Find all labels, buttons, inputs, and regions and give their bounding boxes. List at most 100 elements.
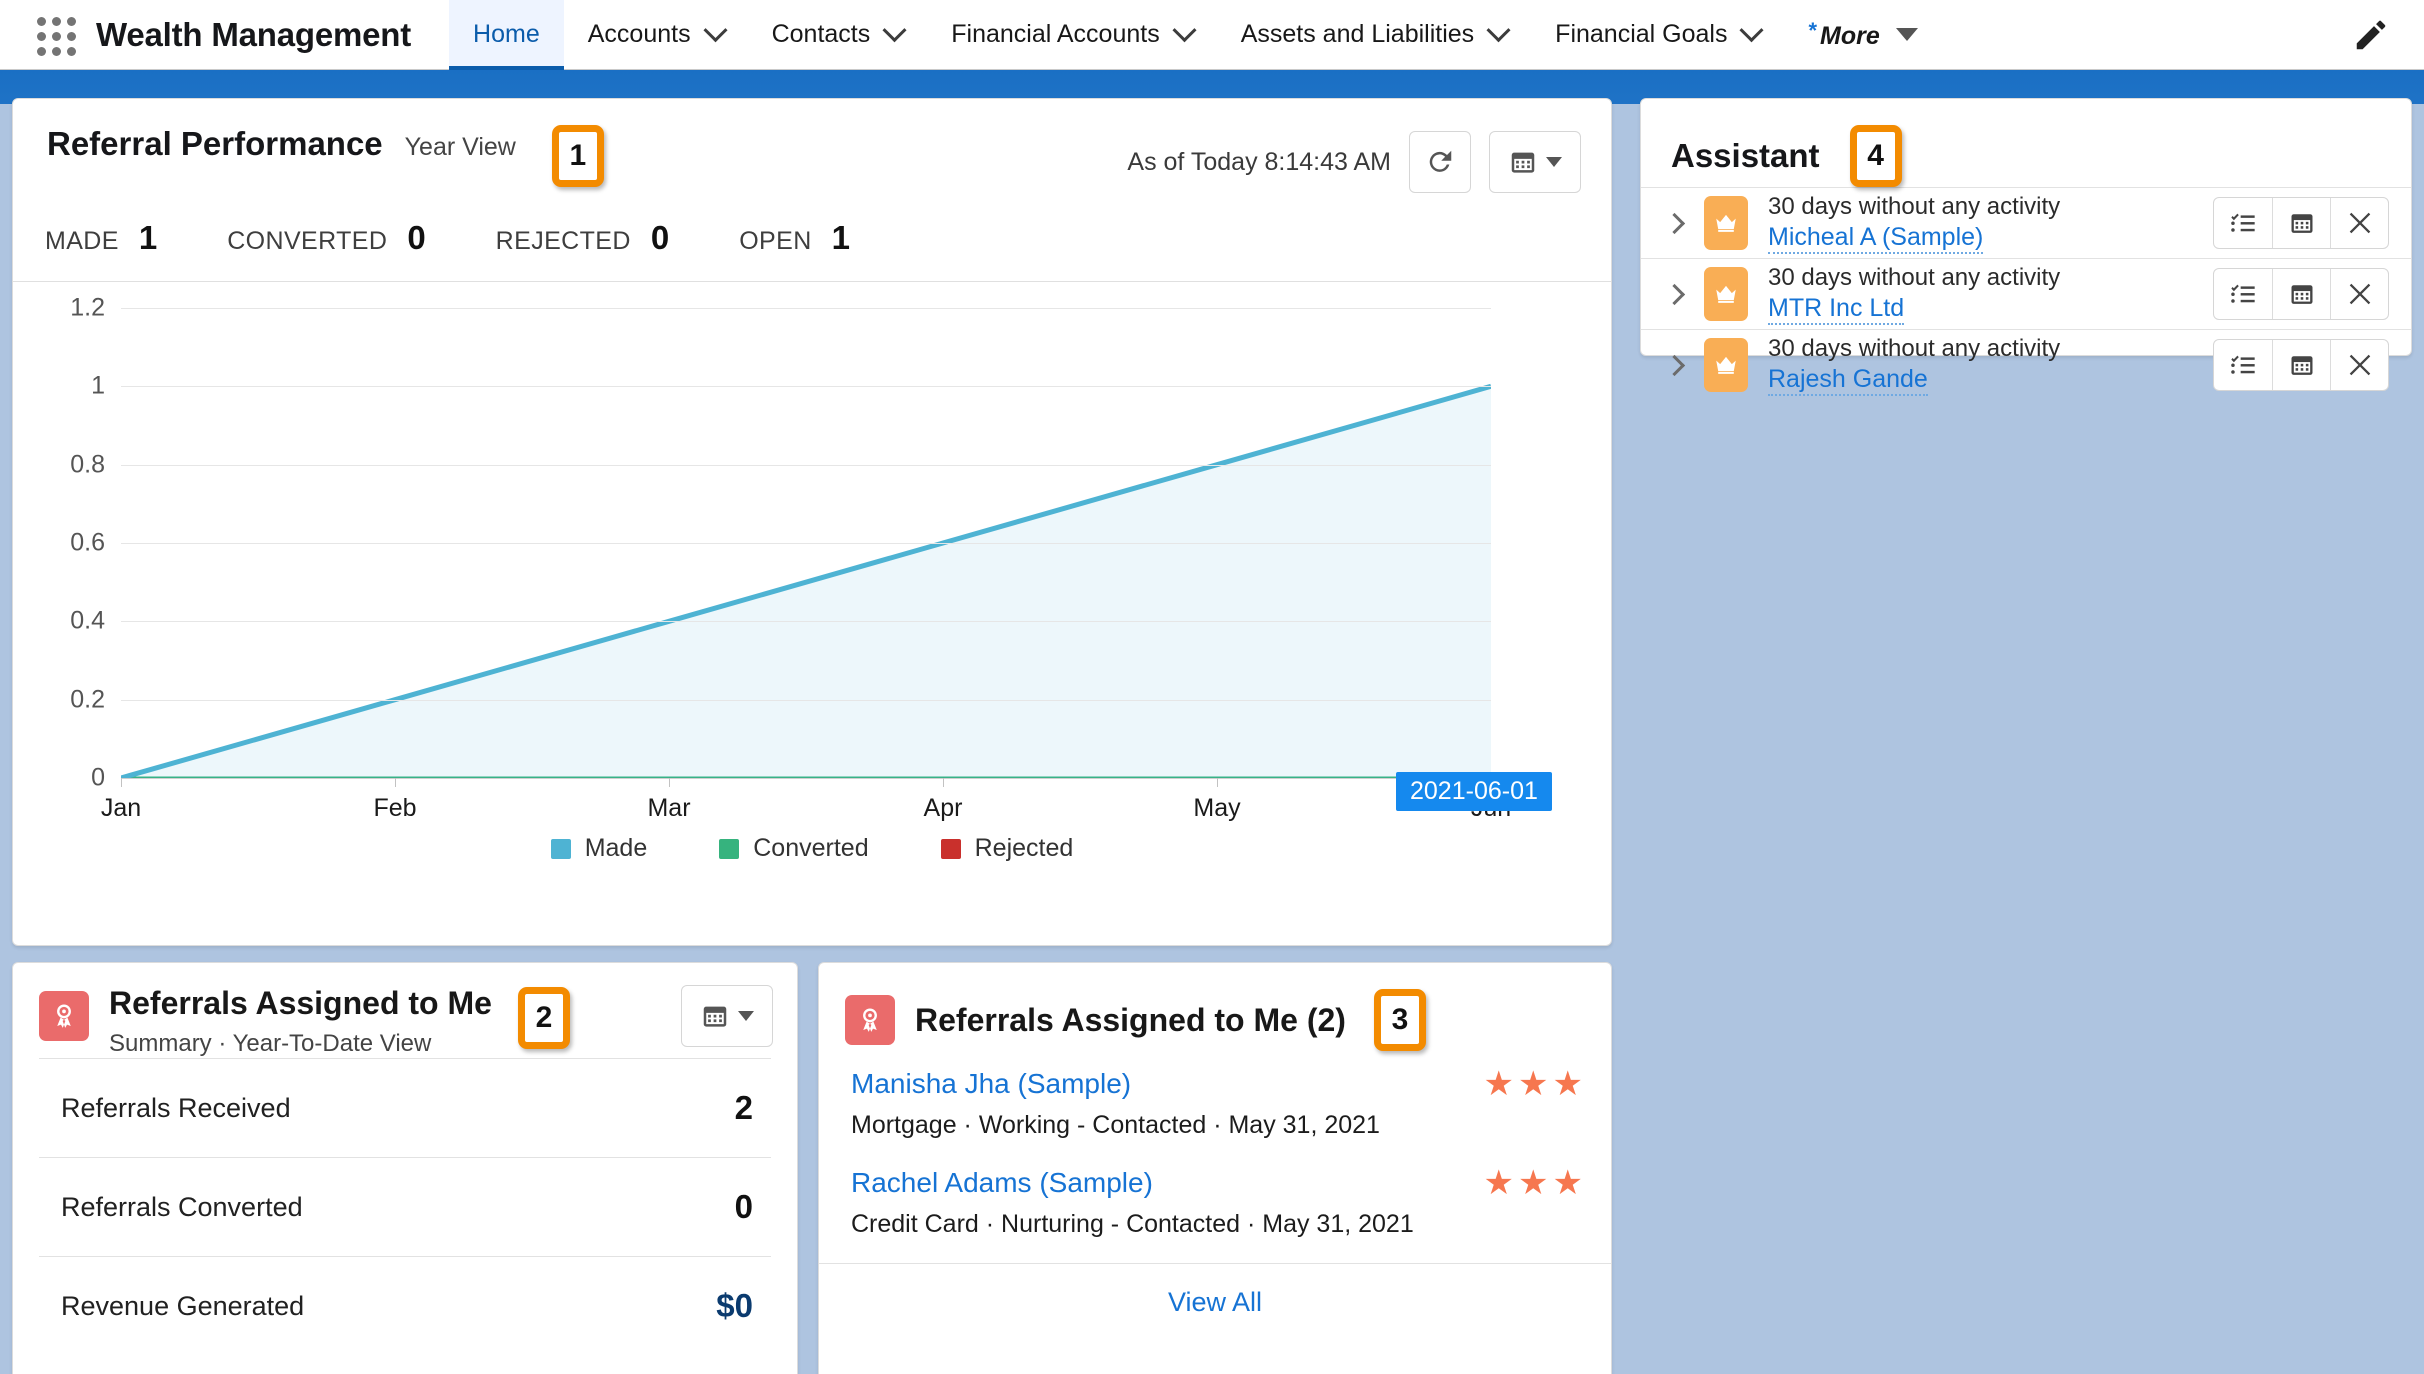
tab-financial-accounts[interactable]: Financial Accounts <box>927 0 1216 70</box>
summary-row-label: Referrals Converted <box>61 1191 303 1222</box>
chart-y-tick-label: 0.8 <box>70 450 105 479</box>
chart-y-tick-label: 1 <box>91 371 105 400</box>
tab-financial-goals[interactable]: Financial Goals <box>1531 0 1784 70</box>
chart-x-tick-label: Jan <box>100 794 142 822</box>
tab-contacts-label: Contacts <box>771 20 871 48</box>
app-launcher-icon[interactable] <box>32 12 78 58</box>
assistant-row: 30 days without any activity Rajesh Gande <box>1641 329 2411 400</box>
crown-icon <box>1704 267 1748 321</box>
triangle-down-icon[interactable] <box>1895 28 1918 41</box>
calendar-icon[interactable] <box>2272 198 2330 248</box>
refresh-button[interactable] <box>1409 131 1471 193</box>
chevron-right-icon[interactable] <box>1663 212 1686 234</box>
chart-gridline <box>121 543 1491 544</box>
referral-metrics: MADE 1 CONVERTED 0 REJECTED 0 OPEN 1 <box>13 193 1611 257</box>
tab-financial-accounts-label: Financial Accounts <box>951 20 1160 48</box>
assistant-row-actions <box>2213 268 2389 320</box>
chart-legend: Made Converted Rejected <box>13 834 1611 863</box>
calendar-icon[interactable] <box>2272 340 2330 390</box>
chart-gridline <box>121 386 1491 388</box>
referrals-summary-title: Referrals Assigned to Me <box>109 985 492 1021</box>
assistant-row-actions <box>2213 339 2389 391</box>
chart-x-tick <box>943 778 944 787</box>
assistant-row-link[interactable]: MTR Inc Ltd <box>1768 294 1905 325</box>
assistant-row-link[interactable]: Micheal A (Sample) <box>1768 223 1984 254</box>
star-icon: ★ <box>1483 1065 1515 1103</box>
task-list-icon[interactable] <box>2214 198 2272 248</box>
referrals-item-list: Manisha Jha (Sample) ★ ★ ★ Mortgage · Workin… <box>819 1051 1611 1249</box>
chevron-down-icon[interactable] <box>882 18 907 43</box>
chevron-right-icon[interactable] <box>1663 283 1686 305</box>
date-range-dropdown-button[interactable] <box>1489 131 1581 193</box>
referral-performance-header: Referral Performance Year View 1 As of T… <box>13 99 1611 193</box>
tab-contacts[interactable]: Contacts <box>748 0 928 70</box>
chevron-down-icon[interactable] <box>1172 18 1197 43</box>
summary-row-value: $0 <box>716 1287 753 1324</box>
chart-gridline <box>121 621 1491 623</box>
referral-performance-card: Referral Performance Year View 1 As of T… <box>12 98 1612 946</box>
summary-row-label: Revenue Generated <box>61 1290 305 1321</box>
task-list-icon[interactable] <box>2214 269 2272 319</box>
tab-home-label: Home <box>473 20 540 48</box>
chart-y-tick-label: 0.2 <box>70 685 105 714</box>
rating-stars: ★ ★ ★ <box>1484 1166 1583 1200</box>
task-list-icon[interactable] <box>2214 340 2272 390</box>
summary-row-value: 0 <box>734 1188 753 1225</box>
chart-gridline <box>121 699 1491 701</box>
chevron-down-icon[interactable] <box>1739 18 1765 43</box>
tab-home[interactable]: Home <box>449 0 564 70</box>
chevron-down-icon[interactable] <box>1486 18 1511 43</box>
star-icon: ★ <box>1483 1164 1515 1202</box>
assistant-row: 30 days without any activity Micheal A (S… <box>1641 187 2411 258</box>
metric-made: MADE 1 <box>45 219 158 256</box>
pencil-icon[interactable] <box>2352 16 2390 54</box>
chart-y-tick-label: 1.2 <box>70 293 105 322</box>
chevron-right-icon[interactable] <box>1663 354 1686 376</box>
tab-more[interactable]: * More <box>1784 0 1941 70</box>
legend-item-rejected[interactable]: Rejected <box>940 834 1073 863</box>
tab-accounts-label: Accounts <box>587 20 691 48</box>
callout-badge-2: 2 <box>517 987 570 1049</box>
close-icon[interactable] <box>2330 340 2388 390</box>
chart-x-tick <box>395 778 396 787</box>
tab-assets-and-liabilities[interactable]: Assets and Liabilities <box>1217 0 1531 70</box>
star-icon: ★ <box>1518 1065 1549 1103</box>
assistant-row-text: 30 days without any activity <box>1768 192 2061 220</box>
legend-item-converted[interactable]: Converted <box>719 834 869 863</box>
assistant-title: Assistant <box>1671 137 1820 174</box>
close-icon[interactable] <box>2330 198 2388 248</box>
assistant-row-link[interactable]: Rajesh Gande <box>1768 365 1928 396</box>
assistant-header: Assistant 4 <box>1641 99 2411 187</box>
rating-stars: ★ ★ ★ <box>1484 1067 1583 1101</box>
asterisk-icon: * <box>1808 18 1818 43</box>
chevron-down-icon <box>1546 157 1562 167</box>
assistant-row: 30 days without any activity MTR Inc Ltd <box>1641 258 2411 329</box>
legend-item-made[interactable]: Made <box>550 834 647 863</box>
view-all-link[interactable]: View All <box>1168 1287 1262 1318</box>
legend-swatch <box>719 838 740 859</box>
tab-more-label: More <box>1820 22 1880 50</box>
referral-name-link[interactable]: Manisha Jha (Sample) <box>851 1068 1131 1100</box>
list-item: Manisha Jha (Sample) ★ ★ ★ Mortgage · Workin… <box>819 1051 1611 1150</box>
chart-x-tick-label: Feb <box>373 794 417 822</box>
app-root: Wealth Management Home Accounts Contacts… <box>0 0 2424 1374</box>
chart-y-tick-label: 0.6 <box>70 528 105 557</box>
chevron-down-icon[interactable] <box>703 18 728 43</box>
chart-plot-area <box>120 308 1492 781</box>
star-icon: ★ <box>1552 1164 1583 1202</box>
app-title: Wealth Management <box>96 15 412 53</box>
summary-row: Referrals Received 2 <box>39 1058 771 1157</box>
tab-accounts[interactable]: Accounts <box>564 0 748 70</box>
summary-row: Revenue Generated $0 <box>39 1256 771 1355</box>
referrals-list-header: Referrals Assigned to Me (2) 3 <box>819 963 1611 1051</box>
refresh-icon <box>1429 150 1452 172</box>
calendar-icon[interactable] <box>2272 269 2330 319</box>
assistant-row-text: 30 days without any activity <box>1768 263 2061 291</box>
referral-meta: Credit Card · Nurturing - Contacted · Ma… <box>851 1210 1414 1238</box>
close-icon[interactable] <box>2330 269 2388 319</box>
referrals-list-title: Referrals Assigned to Me (2) <box>915 1001 1346 1038</box>
referral-name-link[interactable]: Rachel Adams (Sample) <box>851 1167 1153 1199</box>
assistant-row-actions <box>2213 197 2389 249</box>
referral-performance-chart: 00.20.40.60.811.2 JanFebMarAprMayJun 202… <box>13 282 1611 882</box>
date-range-dropdown-button[interactable] <box>681 985 773 1047</box>
